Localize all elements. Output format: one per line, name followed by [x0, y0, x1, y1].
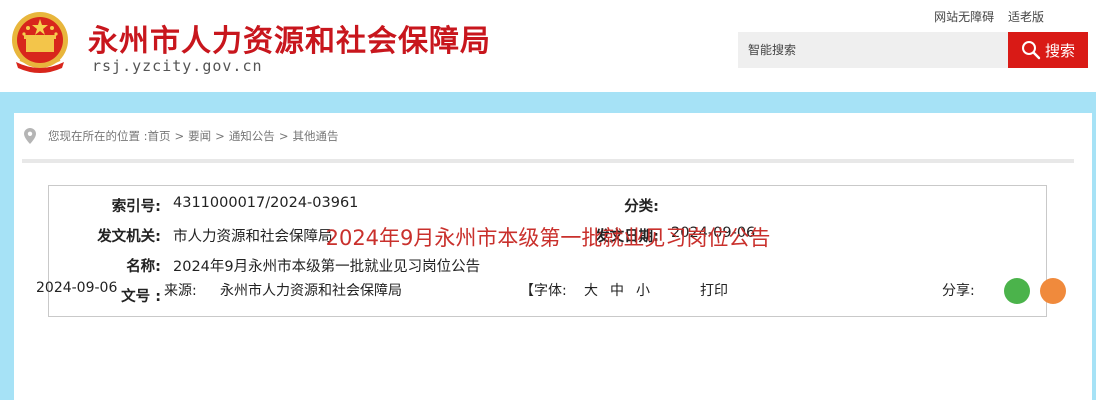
search-button-label: 搜索 — [1044, 41, 1075, 60]
site-title: 永州市人力资源和社会保障局 — [88, 24, 491, 59]
wechat-share-icon[interactable] — [1004, 278, 1030, 304]
breadcrumb-home[interactable]: 首页 — [148, 128, 171, 144]
source-label: 来源: — [164, 283, 197, 299]
top-links: 网站无障碍 适老版 — [924, 8, 1044, 25]
article-title: 2024年9月永州市本级第一批就业见习岗位公告 — [325, 226, 771, 250]
font-size-label: 【字体: — [520, 283, 567, 299]
share-label: 分享: — [942, 283, 975, 299]
index-label: 索引号: — [111, 199, 161, 215]
search-button[interactable]: 搜索 — [1008, 32, 1088, 68]
index-value: 4311000017/2024-03961 — [173, 195, 359, 211]
font-size-small-button[interactable]: 小 — [636, 280, 650, 300]
site-header: 永州市人力资源和社会保障局 rsj.yzcity.gov.cn 网站无障碍 适老… — [0, 0, 1096, 92]
name-value: 2024年9月永州市本级第一批就业见习岗位公告 — [173, 259, 481, 275]
location-pin-icon — [24, 128, 36, 144]
search-icon — [1021, 41, 1041, 60]
site-url: rsj.yzcity.gov.cn — [92, 57, 263, 75]
breadcrumb-notices[interactable]: 通知公告 — [229, 128, 275, 144]
search-input[interactable] — [738, 32, 1008, 68]
breadcrumb-separator: > — [278, 129, 289, 143]
accessibility-link[interactable]: 网站无障碍 — [934, 10, 994, 24]
content-card: 您现在所在的位置 : 首页 > 要闻 > 通知公告 > 其他通告 索引号: 43… — [14, 113, 1092, 400]
weibo-share-icon[interactable] — [1040, 278, 1066, 304]
elderly-mode-link[interactable]: 适老版 — [1008, 10, 1044, 24]
breadcrumb-other-notices[interactable]: 其他通告 — [292, 128, 338, 144]
breadcrumb-news[interactable]: 要闻 — [188, 128, 211, 144]
source-value: 永州市人力资源和社会保障局 — [220, 283, 402, 299]
national-emblem-icon — [12, 12, 68, 73]
breadcrumb-separator: > — [215, 129, 225, 143]
breadcrumb: 您现在所在的位置 : 首页 > 要闻 > 通知公告 > 其他通告 — [24, 127, 338, 145]
font-size-medium-button[interactable]: 中 — [610, 280, 624, 300]
category-label: 分类: — [624, 199, 659, 215]
article-date: 2024-09-06 — [36, 280, 118, 296]
breadcrumb-prefix: 您现在所在的位置 : — [48, 129, 148, 143]
print-button[interactable]: 打印 — [700, 280, 728, 300]
breadcrumb-separator: > — [174, 129, 185, 143]
breadcrumb-divider — [22, 159, 1074, 163]
name-label: 名称: — [126, 259, 161, 275]
font-size-large-button[interactable]: 大 — [584, 280, 598, 300]
